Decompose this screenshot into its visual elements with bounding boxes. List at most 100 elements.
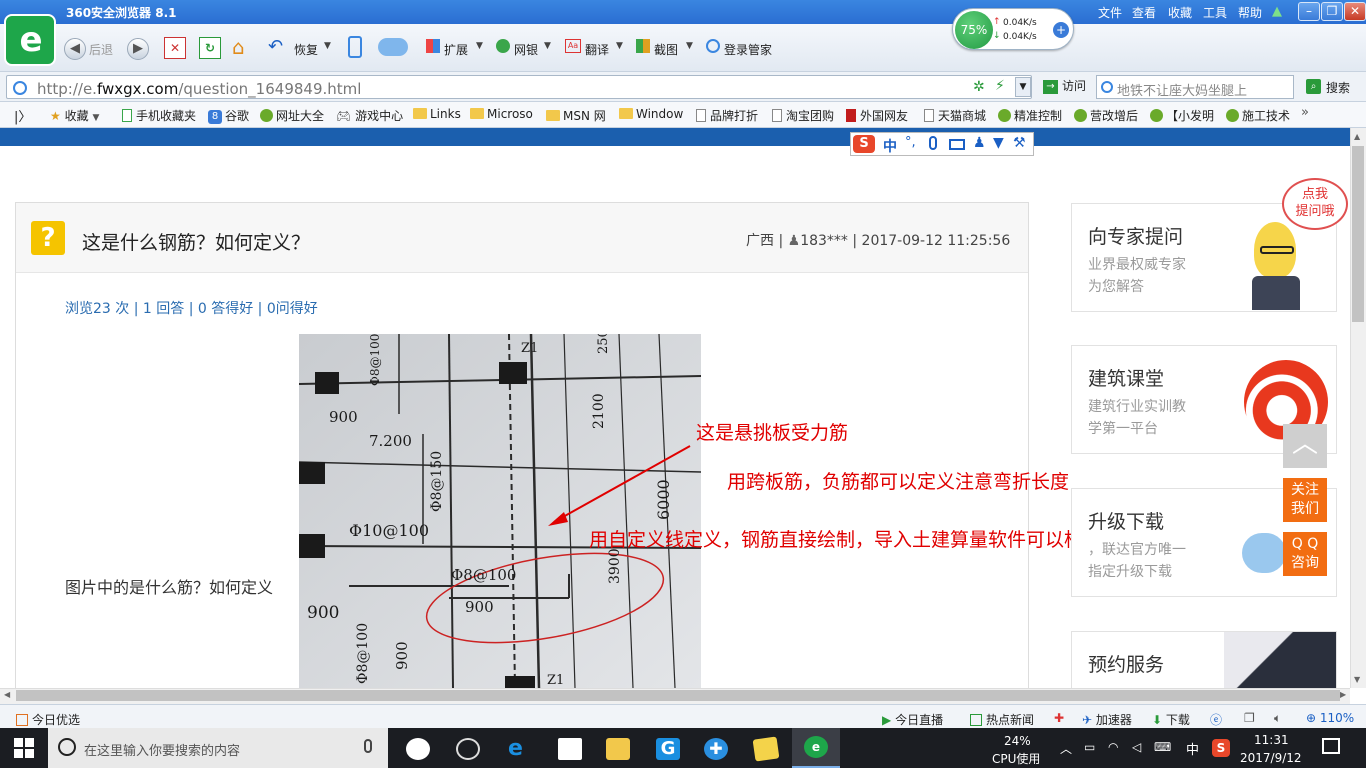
horizontal-scroll-thumb[interactable] [16, 690, 1340, 701]
fav-taobao[interactable]: 淘宝团购 [772, 107, 834, 124]
sogou-ime-toolbar[interactable]: S 中 °, ♟ ▼ ⚒ [850, 132, 1034, 156]
fav-brand-discount[interactable]: 品牌打折 [696, 107, 758, 124]
fav-msn[interactable]: MSN 网 [546, 107, 606, 124]
close-button[interactable]: ✕ [1344, 2, 1366, 21]
store-icon[interactable] [558, 738, 582, 760]
screenshot-dropdown[interactable]: ▼ [686, 41, 693, 51]
fav-invention[interactable]: 【小发明 [1150, 107, 1214, 124]
favorites-star[interactable]: ★ 收藏 ▼ [50, 107, 99, 124]
fav-navigation[interactable]: 网址大全 [260, 107, 324, 124]
network-speed-widget[interactable]: 75% ↑ 0.04K/s ↓ 0.04K/s + [952, 8, 1074, 50]
speed-mode-icon[interactable]: ⚡ [995, 78, 1005, 94]
translate-dropdown[interactable]: ▼ [616, 41, 623, 51]
qq-consult-button[interactable]: Q Q 咨询 [1283, 532, 1327, 576]
fav-construction[interactable]: 施工技术 [1226, 107, 1290, 124]
fav-tmall[interactable]: 天猫商城 [924, 107, 986, 124]
scroll-right-icon[interactable]: ▶ [1340, 690, 1346, 699]
microphone-icon[interactable] [364, 739, 372, 753]
window-icon[interactable]: ❐ [1244, 711, 1255, 725]
fav-vat[interactable]: 营改增后 [1074, 107, 1138, 124]
refresh-button[interactable]: ↻ [199, 37, 221, 59]
cloud-icon[interactable] [378, 38, 408, 56]
back-to-top-button[interactable]: ︿ [1283, 424, 1327, 468]
ime-mode[interactable]: 中 [883, 136, 897, 156]
search-input[interactable]: 地铁不让座大妈坐腿上 [1096, 75, 1294, 99]
plus-app-icon[interactable]: ✚ [704, 738, 728, 760]
hot-news[interactable]: 热点新闻 [970, 711, 1034, 728]
ie-mode-icon[interactable]: ⓔ [1210, 711, 1222, 728]
screenshot-button[interactable]: 截图 [654, 41, 678, 58]
menu-help[interactable]: 帮助 [1238, 4, 1262, 21]
stop-button[interactable]: ✕ [164, 37, 186, 59]
go-button[interactable]: 访问 [1062, 77, 1086, 94]
file-explorer-icon[interactable] [606, 738, 630, 760]
phone-icon[interactable] [348, 36, 362, 58]
scroll-up-icon[interactable]: ▲ [1354, 132, 1360, 141]
pinwheel-app-icon[interactable] [406, 738, 430, 760]
fav-microsoft[interactable]: Microso [470, 107, 533, 121]
punctuation-icon[interactable]: °, [905, 135, 916, 150]
restore-icon[interactable]: ↶ [268, 36, 283, 57]
keyboard-icon[interactable] [949, 139, 965, 150]
question-user[interactable]: 183*** [800, 233, 848, 249]
skin-icon[interactable]: ▼ [993, 135, 1004, 151]
wifi-icon[interactable]: ◠ [1108, 740, 1118, 754]
menu-file[interactable]: 文件 [1098, 4, 1122, 21]
back-button[interactable]: ◀ [64, 38, 86, 60]
fav-games[interactable]: 🎮︎ 游戏中心 [336, 107, 403, 124]
translate-button[interactable]: 翻译 [585, 41, 609, 58]
today-live[interactable]: ▶ 今日直播 [882, 711, 943, 728]
glodon-app-icon[interactable]: G [656, 738, 680, 760]
fav-foreign[interactable]: 外国网友 [846, 107, 908, 124]
sidebar-toggle-icon[interactable]: |〉 [14, 106, 31, 125]
vertical-scroll-thumb[interactable] [1352, 146, 1364, 322]
battery-icon[interactable]: ▭ [1084, 740, 1095, 754]
home-button[interactable]: ⌂ [232, 36, 256, 58]
bank-dropdown[interactable]: ▼ [544, 41, 551, 51]
volume-icon[interactable]: ◁ [1132, 740, 1141, 754]
login-manager-button[interactable]: 登录管家 [724, 41, 772, 58]
restore-button[interactable]: 恢复 [294, 41, 318, 58]
extend-button[interactable]: 扩展 [444, 41, 468, 58]
microphone-icon[interactable] [929, 136, 937, 150]
volume-icon[interactable]: 🔈︎ [1274, 711, 1281, 726]
today-picks[interactable]: 今日优选 [16, 711, 80, 728]
maximize-button[interactable]: ❐ [1321, 2, 1343, 21]
minimize-button[interactable]: – [1298, 2, 1320, 21]
follow-us-button[interactable]: 关注 我们 [1283, 478, 1327, 522]
speed-boost-icon[interactable]: + [1053, 22, 1069, 38]
fav-mobile[interactable]: 手机收藏夹 [122, 107, 196, 124]
fav-google[interactable]: 8 谷歌 [208, 107, 249, 124]
edge-browser-icon[interactable]: e [508, 738, 532, 760]
zoom-level[interactable]: ⊕ 110% [1306, 711, 1354, 725]
settings-wrench-icon[interactable]: ⚒ [1013, 135, 1026, 151]
notification-center-icon[interactable] [1322, 738, 1340, 754]
clock-time[interactable]: 11:31 [1254, 733, 1289, 747]
tray-expand-icon[interactable]: ︿ [1060, 740, 1072, 757]
browser-logo[interactable]: e [4, 14, 56, 66]
ime-indicator[interactable]: 中 [1186, 739, 1199, 758]
fav-precise[interactable]: 精准控制 [998, 107, 1062, 124]
spiral-app-icon[interactable] [456, 738, 480, 760]
url-input[interactable]: http://e.fwxgx.com/question_1649849.html… [6, 75, 1032, 99]
more-favorites-icon[interactable]: » [1301, 105, 1309, 120]
sogou-tray-icon[interactable]: S [1212, 739, 1230, 757]
accelerator[interactable]: ✈ 加速器 [1082, 711, 1132, 728]
url-history-dropdown[interactable]: ▼ [1015, 77, 1031, 97]
search-engine-icon[interactable] [1101, 81, 1113, 93]
menu-favorites[interactable]: 收藏 [1168, 4, 1192, 21]
forward-button[interactable]: ▶ [127, 38, 149, 60]
keyboard-icon[interactable]: ⌨ [1154, 740, 1171, 754]
menu-tools[interactable]: 工具 [1203, 4, 1227, 21]
restore-dropdown[interactable]: ▼ [324, 41, 331, 51]
first-aid-icon[interactable]: ✚ [1054, 711, 1064, 725]
scroll-down-icon[interactable]: ▼ [1354, 675, 1360, 684]
fav-links[interactable]: Links [413, 107, 461, 121]
bank-button[interactable]: 网银 [514, 41, 538, 58]
search-button[interactable]: 搜索 [1326, 79, 1350, 96]
taskbar-search-box[interactable]: 在这里输入你要搜索的内容 [48, 728, 388, 768]
windows-start-icon[interactable] [14, 738, 34, 758]
clock-date[interactable]: 2017/9/12 [1240, 751, 1302, 765]
extend-dropdown[interactable]: ▼ [476, 41, 483, 51]
skin-icon[interactable]: ▲ [1272, 5, 1286, 19]
